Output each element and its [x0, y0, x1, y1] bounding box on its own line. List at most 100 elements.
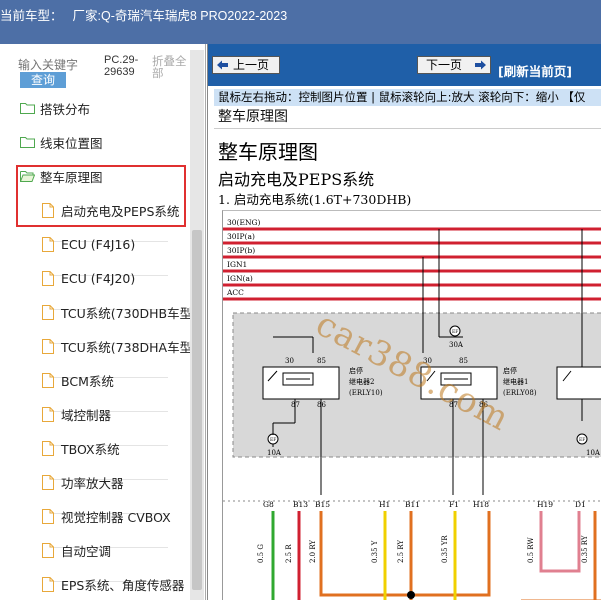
- svg-text:(ERLY10): (ERLY10): [349, 389, 383, 397]
- document-icon: [42, 474, 54, 490]
- document-icon: [42, 406, 54, 422]
- usage-hint: 鼠标左右拖动：控制图片位置 | 鼠标滚轮向上:放大 滚轮向下：缩小 【仅: [214, 89, 601, 106]
- document-icon: [42, 304, 54, 320]
- svg-text:2.0 RY: 2.0 RY: [309, 540, 317, 563]
- tree-item-auto-ac[interactable]: 自动空调: [42, 538, 111, 562]
- svg-text:H18: H18: [473, 500, 489, 509]
- tree-item-bcm[interactable]: BCM系统: [42, 368, 114, 392]
- document-icon: [42, 270, 54, 286]
- page-nav-bar: 上一页 下一页 [刷新当前页]: [208, 44, 601, 86]
- svg-text:85: 85: [459, 357, 468, 365]
- tree-item-tbox[interactable]: TBOX系统: [42, 436, 120, 460]
- scrollbar-thumb[interactable]: [192, 230, 202, 590]
- tree-item-ecu-f4j20[interactable]: ECU (F4J20): [42, 266, 135, 290]
- search-area: 查询 PC.29-29639 折叠全部: [0, 44, 205, 94]
- svg-text:B15: B15: [315, 500, 330, 509]
- tree-item-label: 功率放大器: [61, 475, 124, 491]
- title-bar: 当前车型： 厂家:Q-奇瑞汽车瑞虎8 PRO2022-2023: [0, 0, 601, 44]
- tree-item-label: 搭铁分布: [40, 101, 91, 117]
- subsection-title: 1. 启动充电系统(1.6T+730DHB): [218, 192, 412, 207]
- power-rails: 30(ENG) 30IP(a) 30IP(b) IGN1 IGN(a) ACC: [223, 218, 601, 301]
- wiring-diagram-canvas: 30(ENG) 30IP(a) 30IP(b) IGN1 IGN(a) ACC: [223, 218, 601, 600]
- next-page-button[interactable]: 下一页: [417, 56, 491, 74]
- refresh-page-link[interactable]: [刷新当前页]: [498, 61, 572, 80]
- tree-item-label: BCM系统: [61, 373, 114, 389]
- tree-item-eps[interactable]: EPS系统、角度传感器: [42, 572, 184, 596]
- tree-item-label: 域控制器: [61, 407, 112, 423]
- prev-page-label: 上一页: [233, 58, 270, 72]
- tree-item-ground-distribution[interactable]: 搭铁分布: [20, 96, 90, 120]
- search-input[interactable]: [18, 57, 98, 73]
- document-icon: [42, 542, 54, 558]
- svg-text:EF: EF: [452, 329, 458, 335]
- tree-item-harness-location[interactable]: 线束位置图: [20, 130, 103, 154]
- svg-text:B11: B11: [405, 500, 420, 509]
- sidebar-scrollbar[interactable]: [190, 50, 204, 600]
- svg-text:85: 85: [317, 357, 326, 365]
- tree-item-label: TBOX系统: [61, 441, 120, 457]
- svg-text:0.35 RY: 0.35 RY: [581, 535, 589, 563]
- document-icon: [42, 440, 54, 456]
- rail-label: 30IP(b): [227, 246, 255, 255]
- tree-item-tcu-738dha[interactable]: TCU系统(738DHA车型: [42, 334, 192, 358]
- svg-text:10A: 10A: [586, 449, 601, 457]
- tree-item-tcu-730dhb[interactable]: TCU系统(730DHB车型: [42, 300, 192, 324]
- svg-text:(ERLY08): (ERLY08): [503, 389, 537, 397]
- rail-label: 30IP(a): [227, 232, 255, 241]
- tree-item-label: TCU系统(738DHA车型: [61, 339, 193, 355]
- tree-item-power-amplifier[interactable]: 功率放大器: [42, 470, 124, 494]
- search-button[interactable]: 查询: [20, 72, 66, 88]
- svg-text:继电器1: 继电器1: [503, 377, 528, 386]
- svg-text:2.5 RY: 2.5 RY: [397, 540, 405, 563]
- rail-label: IGN(a): [227, 274, 253, 283]
- section-title: 启动充电及PEPS系统: [218, 170, 375, 189]
- svg-text:0.5 RW: 0.5 RW: [527, 537, 535, 563]
- pc-code: PC.29-29639: [104, 54, 139, 78]
- svg-text:启停: 启停: [503, 366, 517, 375]
- window-title: 当前车型： 厂家:Q-奇瑞汽车瑞虎8 PRO2022-2023: [0, 5, 287, 24]
- selection-highlight: [16, 165, 186, 227]
- content-panel: 上一页 下一页 [刷新当前页] 鼠标左右拖动：控制图片位置 | 鼠标滚轮向上:放…: [207, 44, 601, 600]
- sidebar: 查询 PC.29-29639 折叠全部 搭铁分布 线束位置图 整车原理图 启动充…: [0, 44, 206, 600]
- tree-item-cvbox[interactable]: 视觉控制器 CVBOX: [42, 504, 171, 528]
- collapse-all-link[interactable]: 折叠全部: [152, 55, 192, 79]
- rail-label: ACC: [226, 288, 244, 297]
- tree-item-label: 视觉控制器 CVBOX: [61, 509, 171, 525]
- document-icon: [42, 508, 54, 524]
- arrow-right-icon: [475, 60, 486, 70]
- svg-text:EF: EF: [270, 437, 276, 443]
- rail-label: 30(ENG): [227, 218, 260, 227]
- tree-item-label: 线束位置图: [40, 135, 103, 151]
- svg-text:86: 86: [317, 401, 326, 409]
- current-model-label: 当前车型：: [0, 9, 63, 23]
- tree-item-label: ECU (F4J16): [61, 236, 136, 252]
- tree-item-label: TCU系统(730DHB车型: [61, 305, 193, 321]
- tree-item-domain-controller[interactable]: 域控制器: [42, 402, 111, 426]
- svg-text:30: 30: [285, 357, 294, 365]
- tree-item-label: ECU (F4J20): [61, 270, 136, 286]
- document-icon: [42, 576, 54, 592]
- document-icon: [42, 372, 54, 388]
- tree-item-label: EPS系统、角度传感器: [61, 577, 185, 593]
- prev-page-button[interactable]: 上一页: [212, 56, 280, 74]
- document-icon: [42, 338, 54, 354]
- next-page-label: 下一页: [426, 58, 463, 72]
- svg-text:启停: 启停: [349, 366, 363, 375]
- wire-specs: 0.5 G 2.5 R 2.0 RY 0.35 Y 2.5 RY 0.35 YR…: [257, 535, 589, 563]
- page-title: 整车原理图: [218, 140, 318, 164]
- folder-icon: [20, 103, 35, 114]
- arrow-left-icon: [217, 60, 228, 70]
- wiring-diagram[interactable]: 30(ENG) 30IP(a) 30IP(b) IGN1 IGN(a) ACC: [222, 210, 601, 600]
- page-heading: 整车原理图: [218, 109, 288, 125]
- folder-icon: [20, 137, 35, 148]
- current-model-value: 厂家:Q-奇瑞汽车瑞虎8 PRO2022-2023: [72, 9, 288, 23]
- tree-item-ecu-f4j16[interactable]: ECU (F4J16): [42, 232, 135, 256]
- svg-text:继电器2: 继电器2: [349, 377, 374, 386]
- svg-text:2.5 R: 2.5 R: [285, 544, 293, 563]
- colored-wires: [271, 511, 601, 600]
- svg-text:B13: B13: [293, 500, 308, 509]
- svg-text:0.35 YR: 0.35 YR: [441, 535, 449, 563]
- svg-text:10A: 10A: [267, 449, 282, 457]
- svg-text:EF: EF: [579, 437, 585, 443]
- rail-label: IGN1: [227, 260, 247, 269]
